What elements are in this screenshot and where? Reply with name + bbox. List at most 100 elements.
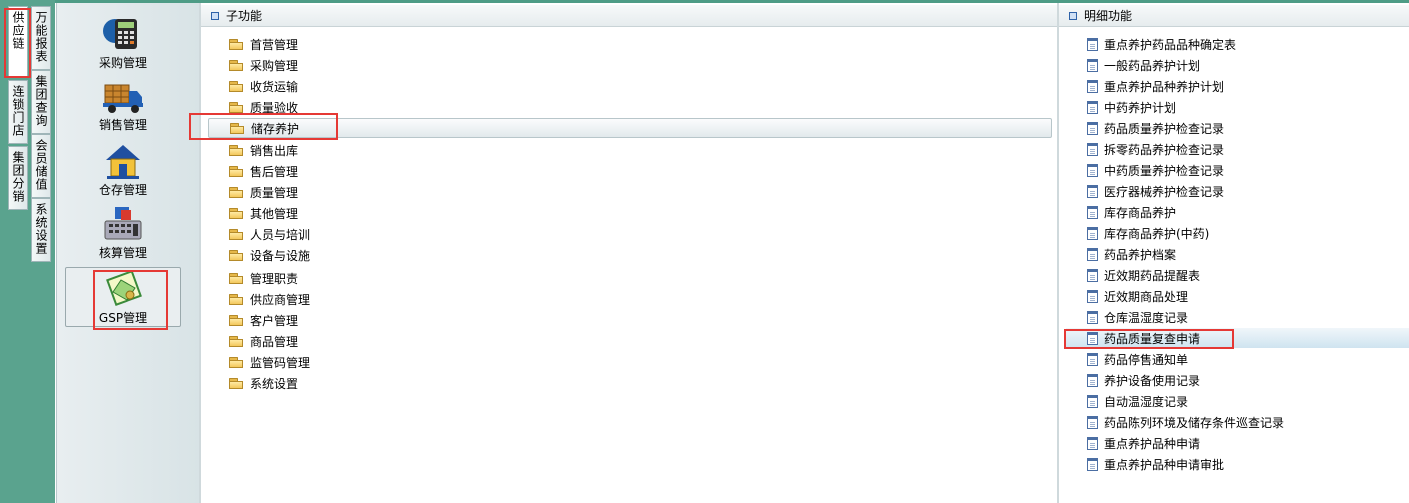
- sub-function-item[interactable]: 客户管理: [229, 310, 298, 330]
- detail-function-item[interactable]: 重点养护品种申请审批: [1087, 454, 1224, 474]
- detail-function-item[interactable]: 重点养护品种申请: [1087, 433, 1200, 453]
- tab-member-stored-value[interactable]: 会员储值: [31, 134, 51, 198]
- module-warehouse[interactable]: 仓存管理: [65, 142, 181, 202]
- tab-universal-reports[interactable]: 万能报表: [31, 6, 51, 70]
- detail-function-label: 医疗器械养护检查记录: [1104, 184, 1225, 199]
- module-purchase[interactable]: 采购管理: [65, 13, 181, 73]
- sub-function-label: 首营管理: [250, 37, 299, 52]
- detail-function-item[interactable]: 库存商品养护: [1087, 202, 1176, 222]
- detail-function-item[interactable]: 拆零药品养护检查记录: [1087, 139, 1224, 159]
- folder-icon: [229, 293, 244, 305]
- detail-function-item[interactable]: 重点养护药品品种确定表: [1087, 34, 1236, 54]
- detail-function-item[interactable]: 医疗器械养护检查记录: [1087, 181, 1224, 201]
- document-icon: [1087, 184, 1098, 198]
- document-icon: [1087, 457, 1098, 471]
- sub-function-label: 监管码管理: [250, 355, 311, 370]
- module-gsp-label: GSP管理: [98, 311, 148, 325]
- sub-function-item[interactable]: 系统设置: [229, 373, 298, 393]
- module-sales[interactable]: 销售管理: [65, 79, 181, 139]
- detail-function-item[interactable]: 药品质量复查申请: [1066, 328, 1409, 348]
- sub-function-item[interactable]: 首营管理: [229, 34, 298, 54]
- sub-function-item[interactable]: 质量验收: [229, 97, 298, 117]
- tab-group-query[interactable]: 集团查询: [31, 70, 51, 134]
- document-icon: [1087, 226, 1098, 240]
- folder-icon: [229, 335, 244, 347]
- folder-icon: [229, 272, 244, 284]
- detail-function-item[interactable]: 药品陈列环境及储存条件巡查记录: [1087, 412, 1284, 432]
- sub-function-label: 质量管理: [250, 185, 299, 200]
- document-icon: [1087, 289, 1098, 303]
- detail-function-label: 自动温湿度记录: [1104, 394, 1189, 409]
- sub-function-item[interactable]: 售后管理: [229, 161, 298, 181]
- folder-icon: [229, 377, 244, 389]
- sub-function-item[interactable]: 采购管理: [229, 55, 298, 75]
- sub-function-item[interactable]: 销售出库: [229, 140, 298, 160]
- detail-function-item[interactable]: 近效期药品提醒表: [1087, 265, 1200, 285]
- detail-function-item[interactable]: 养护设备使用记录: [1087, 370, 1200, 390]
- sub-function-item[interactable]: 人员与培训: [229, 224, 310, 244]
- sub-function-label: 其他管理: [250, 206, 299, 221]
- sub-function-label: 客户管理: [250, 313, 299, 328]
- detail-function-label: 仓库温湿度记录: [1104, 310, 1189, 325]
- sub-function-item[interactable]: 监管码管理: [229, 352, 310, 372]
- sub-function-item[interactable]: 供应商管理: [229, 289, 310, 309]
- document-icon: [1087, 100, 1098, 114]
- tab-group-distribution[interactable]: 集团分销: [8, 146, 28, 210]
- header-box-icon: [1069, 11, 1077, 20]
- detail-functions-header: 明细功能: [1059, 5, 1409, 27]
- module-accounting[interactable]: 核算管理: [65, 205, 181, 265]
- sub-functions-title: 子功能: [226, 9, 263, 23]
- folder-icon: [229, 80, 244, 92]
- sub-functions-header: 子功能: [201, 5, 1057, 27]
- detail-function-label: 药品质量复查申请: [1104, 331, 1201, 346]
- module-gsp[interactable]: GSP管理: [65, 267, 181, 327]
- document-icon: [1087, 205, 1098, 219]
- module-sales-label: 销售管理: [98, 118, 147, 132]
- detail-function-label: 库存商品养护(中药): [1104, 226, 1210, 241]
- sub-function-item[interactable]: 储存养护: [208, 118, 1052, 138]
- detail-function-item[interactable]: 药品停售通知单: [1087, 349, 1188, 369]
- folder-icon: [229, 144, 244, 156]
- detail-function-item[interactable]: 近效期商品处理: [1087, 286, 1188, 306]
- detail-function-item[interactable]: 自动温湿度记录: [1087, 391, 1188, 411]
- document-icon: [1087, 37, 1098, 51]
- sub-function-label: 收货运输: [250, 79, 299, 94]
- folder-icon: [229, 249, 244, 261]
- sub-function-item[interactable]: 其他管理: [229, 203, 298, 223]
- detail-function-item[interactable]: 一般药品养护计划: [1087, 55, 1200, 75]
- detail-function-item[interactable]: 中药质量养护检查记录: [1087, 160, 1224, 180]
- tab-system-settings[interactable]: 系统设置: [31, 198, 51, 262]
- folder-icon: [229, 356, 244, 368]
- detail-function-label: 药品停售通知单: [1104, 352, 1189, 367]
- warehouse-house-icon: [106, 145, 140, 179]
- detail-function-label: 拆零药品养护检查记录: [1104, 142, 1225, 157]
- sub-function-item[interactable]: 商品管理: [229, 331, 298, 351]
- document-icon: [1087, 163, 1098, 177]
- detail-function-label: 近效期商品处理: [1104, 289, 1189, 304]
- tab-supply-chain[interactable]: 供应链: [8, 6, 28, 78]
- detail-function-item[interactable]: 中药养护计划: [1087, 97, 1176, 117]
- sub-function-label: 质量验收: [250, 100, 299, 115]
- detail-function-item[interactable]: 仓库温湿度记录: [1087, 307, 1188, 327]
- module-warehouse-label: 仓存管理: [98, 183, 147, 197]
- folder-icon: [229, 165, 244, 177]
- sub-function-item[interactable]: 设备与设施: [229, 245, 310, 265]
- detail-function-label: 养护设备使用记录: [1104, 373, 1201, 388]
- detail-function-item[interactable]: 库存商品养护(中药): [1087, 223, 1209, 243]
- detail-function-label: 药品养护档案: [1104, 247, 1177, 262]
- folder-icon: [229, 59, 244, 71]
- sub-function-item[interactable]: 质量管理: [229, 182, 298, 202]
- detail-function-label: 一般药品养护计划: [1104, 58, 1201, 73]
- folder-icon: [230, 122, 245, 134]
- detail-function-item[interactable]: 药品质量养护检查记录: [1087, 118, 1224, 138]
- detail-function-item[interactable]: 药品养护档案: [1087, 244, 1176, 264]
- folder-icon: [229, 101, 244, 113]
- document-icon: [1087, 373, 1098, 387]
- sub-function-item[interactable]: 收货运输: [229, 76, 298, 96]
- tab-chain-stores[interactable]: 连锁门店: [8, 80, 28, 144]
- sub-function-item[interactable]: 管理职责: [229, 268, 298, 288]
- detail-function-item[interactable]: 重点养护品种养护计划: [1087, 76, 1224, 96]
- detail-functions-title: 明细功能: [1084, 9, 1133, 23]
- detail-function-label: 重点养护品种申请: [1104, 436, 1201, 451]
- module-panel: 采购管理 销售管理 仓存管理 核算管理 GSP管理: [56, 3, 200, 503]
